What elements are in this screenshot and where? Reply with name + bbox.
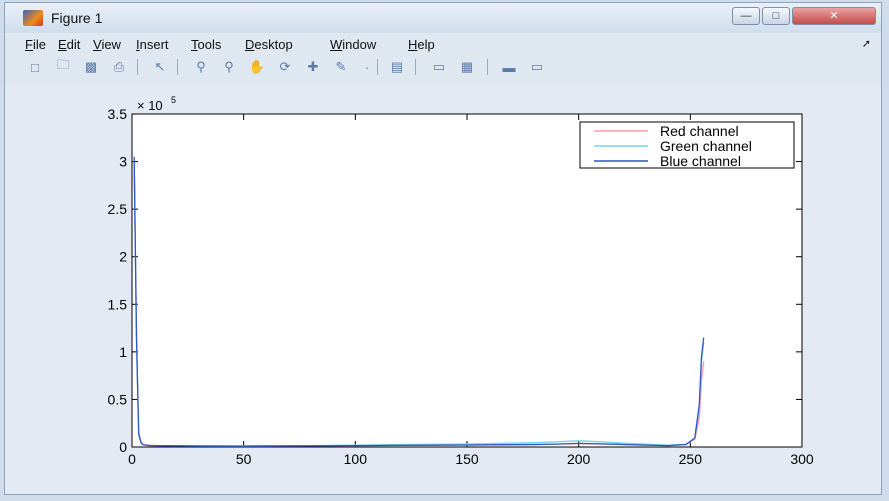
y-tick-label: 1.5 xyxy=(108,296,128,312)
maximize-button[interactable]: □ xyxy=(762,7,790,25)
window-title: Figure 1 xyxy=(51,10,103,26)
y-tick-label: 3.5 xyxy=(108,106,128,122)
edit-plot-arrow-icon[interactable]: ↖ xyxy=(150,58,170,76)
x-tick-label: 50 xyxy=(236,451,252,467)
pan-hand-icon[interactable]: ✋ xyxy=(247,58,267,76)
x-tick-label: 100 xyxy=(344,451,368,467)
figure-canvas: 0 50 100 150 200 250 300 0 0.5 1 1.5 2 2.5 3 3.5 × 10 5 R… xyxy=(5,85,881,493)
title-bar[interactable]: Figure 1 — □ ✕ xyxy=(5,3,881,33)
y-tick-label: 3 xyxy=(119,154,127,170)
legend-label: Red channel xyxy=(660,123,739,139)
zoom-out-icon[interactable]: ⚲ xyxy=(219,58,239,76)
legend-label: Blue channel xyxy=(660,153,741,169)
legend-icon[interactable]: ▦ xyxy=(457,58,477,76)
menu-bar: File Edit View Insert Tools Desktop Wind… xyxy=(5,35,881,53)
link-plot-icon[interactable]: ▤ xyxy=(387,58,407,76)
menu-tools[interactable]: Tools xyxy=(191,37,221,52)
y-axis-exponent-power: 5 xyxy=(171,95,176,105)
y-tick-label: 0.5 xyxy=(108,391,128,407)
menu-insert[interactable]: Insert xyxy=(136,37,169,52)
toolbar-separator xyxy=(415,59,416,75)
x-tick-label: 200 xyxy=(567,451,591,467)
brush-dropdown-icon[interactable]: · xyxy=(357,58,377,76)
toolbar-separator xyxy=(377,59,378,75)
toolbar: □ 🗀 ▩ ⎙ ↖ ⚲ ⚲ ✋ ⟳ ✚ ✎ · ▤ ▭ ▦ ▬ ▭ xyxy=(5,55,881,81)
x-tick-label: 0 xyxy=(128,451,136,467)
menu-dock-arrow-icon[interactable]: ➚ xyxy=(862,37,871,50)
show-plot-tools-icon[interactable]: ▭ xyxy=(527,58,547,76)
menu-window[interactable]: Window xyxy=(330,37,376,52)
data-cursor-icon[interactable]: ✚ xyxy=(303,58,323,76)
close-button[interactable]: ✕ xyxy=(792,7,876,25)
y-axis-exponent: × 10 xyxy=(137,98,163,113)
open-file-icon[interactable]: 🗀 xyxy=(53,57,73,76)
menu-desktop[interactable]: Desktop xyxy=(245,37,293,52)
y-tick-label: 1 xyxy=(119,344,127,360)
brush-icon[interactable]: ✎ xyxy=(331,58,351,76)
menu-help[interactable]: Help xyxy=(408,37,435,52)
y-tick-label: 2 xyxy=(119,249,127,265)
minimize-button[interactable]: — xyxy=(732,7,760,25)
new-figure-icon[interactable]: □ xyxy=(25,58,45,76)
figure-window: Figure 1 — □ ✕ File Edit View Insert Too… xyxy=(4,2,882,495)
matlab-figure-icon xyxy=(23,10,43,26)
x-tick-label: 250 xyxy=(679,451,703,467)
save-icon[interactable]: ▩ xyxy=(81,58,101,76)
x-tick-label: 300 xyxy=(790,451,814,467)
menu-view[interactable]: View xyxy=(93,37,121,52)
y-tick-label: 0 xyxy=(119,439,127,455)
zoom-in-icon[interactable]: ⚲ xyxy=(191,58,211,76)
x-tick-label: 150 xyxy=(455,451,479,467)
toolbar-separator xyxy=(177,59,178,75)
y-tick-label: 2.5 xyxy=(108,201,128,217)
rotate-3d-icon[interactable]: ⟳ xyxy=(275,58,295,76)
menu-file[interactable]: File xyxy=(25,37,46,52)
colorbar-icon[interactable]: ▭ xyxy=(429,58,449,76)
legend-label: Green channel xyxy=(660,138,752,154)
menu-edit[interactable]: Edit xyxy=(58,37,80,52)
toolbar-separator xyxy=(487,59,488,75)
print-icon[interactable]: ⎙ xyxy=(109,58,129,76)
histogram-chart: 0 50 100 150 200 250 300 0 0.5 1 1.5 2 2.5 3 3.5 × 10 5 R… xyxy=(108,95,814,467)
hide-plot-tools-icon[interactable]: ▬ xyxy=(499,58,519,76)
toolbar-separator xyxy=(137,59,138,75)
